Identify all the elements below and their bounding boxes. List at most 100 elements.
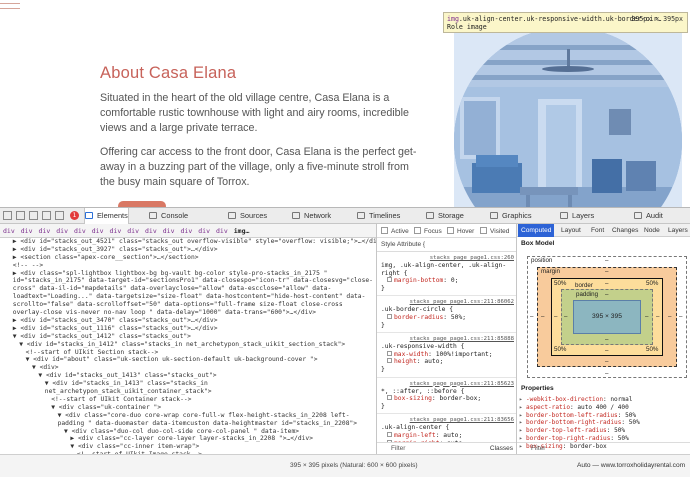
dom-node[interactable]: <!--start of UIkit Section stack--> (0, 349, 376, 357)
state-visited[interactable]: Visited (480, 227, 509, 235)
property-value: 0; (450, 277, 459, 285)
dom-node[interactable]: <!-- --> (0, 262, 376, 270)
css-property[interactable]: margin-bottom: 0; (381, 277, 513, 285)
breadcrumb-item[interactable]: div (53, 227, 71, 235)
breadcrumb-item[interactable]: div (71, 227, 89, 235)
dom-node[interactable]: ▼ <div class="uk-container "> (0, 404, 376, 412)
disclosure-arrow-icon[interactable]: ▸ (519, 412, 526, 420)
error-count-badge[interactable]: 1 (70, 211, 79, 220)
breadcrumb-item[interactable]: div (89, 227, 107, 235)
detach-icon[interactable] (42, 211, 51, 220)
sidebar-tab-changes[interactable]: Changes (609, 224, 641, 237)
dom-node[interactable]: ▼ <div id="stacks_in_1413" class="stacks… (0, 380, 376, 396)
tab-graphics[interactable]: Graphics (490, 208, 532, 223)
dom-node[interactable]: ▼ <div class="duo-col duo-col-side core-… (0, 428, 376, 436)
property-checkbox[interactable] (387, 277, 392, 283)
dom-node[interactable]: ▼ <div class="cc-inner item-wrap"> (0, 443, 376, 451)
dom-node[interactable]: ▼ <div class="core-duo core-wrap core-fu… (0, 412, 376, 428)
property-checkbox[interactable] (387, 350, 392, 356)
dock-bottom-icon[interactable] (16, 211, 25, 220)
state-hover[interactable]: Hover (447, 227, 474, 235)
dom-node[interactable]: ▼ <div id="stacks_out_1412" class="stack… (0, 333, 376, 341)
computed-property[interactable]: ▸ aspect-ratio: auto 400 / 400 (519, 404, 690, 412)
tab-network[interactable]: Network (292, 208, 331, 223)
styles-filter-input[interactable]: Filter (391, 445, 405, 452)
computed-property[interactable]: ▸ border-bottom-left-radius: 50% (519, 412, 690, 420)
dom-node[interactable]: ▶ <div id="stacks_out_1116" class="stack… (0, 325, 376, 333)
state-checkbox[interactable] (381, 227, 388, 234)
css-property[interactable]: box-sizing: border-box; (381, 395, 513, 403)
breadcrumb-item[interactable]: div (160, 227, 178, 235)
rule-source-link[interactable]: stacks_page_page1.css:211:85888 (410, 336, 514, 344)
sidebar-tab-layout[interactable]: Layout (558, 224, 584, 237)
styles-filter[interactable]: Filter Classes (377, 442, 516, 454)
room-photo[interactable] (454, 27, 682, 207)
tab-storage[interactable]: Storage (426, 208, 464, 223)
element-picker-icon[interactable] (55, 211, 64, 220)
css-property[interactable]: margin-left: auto; (381, 431, 513, 440)
breadcrumb-item[interactable]: div (178, 227, 196, 235)
tab-console[interactable]: Console (149, 208, 188, 223)
dom-node[interactable]: ▼ <div id="stacks_in_1412" class="stacks… (0, 341, 376, 349)
state-checkbox[interactable] (447, 227, 454, 234)
breadcrumb-item[interactable]: div (107, 227, 125, 235)
computed-property[interactable]: ▸ -webkit-box-direction: normal (519, 396, 690, 404)
tab-elements[interactable]: Elements (84, 208, 129, 224)
sidebar-tab-node[interactable]: Node (641, 224, 663, 237)
dom-node[interactable]: ▼ <div id="stacks_out_1413" class="stack… (0, 372, 376, 380)
breadcrumb-item[interactable]: div (36, 227, 54, 235)
dom-node[interactable]: <!--start of UIkit Container stack--> (0, 396, 376, 404)
disclosure-arrow-icon[interactable]: ▸ (519, 419, 526, 427)
state-checkbox[interactable] (414, 227, 421, 234)
dom-node[interactable]: ▶ <div id="stacks_out_3927" class="stack… (0, 246, 376, 254)
dom-node[interactable]: ▶ <div class="spl-lightbox lightbox-bg b… (0, 270, 376, 317)
breadcrumb-item[interactable]: div (18, 227, 36, 235)
rule-source-link[interactable]: stacks_page_page1.css:211:86062 (410, 299, 514, 307)
sidebar-tab-computed[interactable]: Computed (518, 224, 555, 237)
breadcrumb-item[interactable]: div (124, 227, 142, 235)
breadcrumb-item[interactable]: div (213, 227, 231, 235)
property-checkbox[interactable] (387, 313, 392, 319)
disclosure-arrow-icon[interactable]: ▸ (519, 396, 526, 404)
style-attribute[interactable]: Style Attribute { (377, 238, 516, 252)
disclosure-arrow-icon[interactable]: ▸ (519, 427, 526, 435)
classes-toggle[interactable]: Classes (490, 443, 513, 454)
computed-property[interactable]: ▸ border-bottom-right-radius: 50% (519, 419, 690, 427)
css-property[interactable]: height: auto; (381, 358, 513, 366)
rule-source-link[interactable]: stacks_page_page1.css:211:83656 (410, 417, 514, 425)
rule-source-link[interactable]: stacks_page_page1.css:211:85623 (410, 381, 514, 389)
execution-context[interactable]: Auto — www.torroxholidayrental.com (577, 462, 685, 469)
state-active[interactable]: Active (381, 227, 409, 235)
breadcrumb-item[interactable]: div (142, 227, 160, 235)
dom-node[interactable]: ▶ <div id="stacks_out_4521" class="stack… (0, 238, 376, 246)
css-property[interactable]: border-radius: 50%; (381, 313, 513, 322)
dock-side-icon[interactable] (29, 211, 38, 220)
dom-node[interactable]: ▶ <section class="apex-core__section">…<… (0, 254, 376, 262)
dom-node[interactable]: ▼ <div> (0, 364, 376, 372)
tab-audit[interactable]: Audit (634, 208, 663, 223)
sidebar-tab-font[interactable]: Font (588, 224, 607, 237)
computed-property[interactable]: ▸ border-top-left-radius: 50% (519, 427, 690, 435)
property-checkbox[interactable] (387, 358, 392, 364)
breadcrumb-item[interactable]: div (195, 227, 213, 235)
breadcrumb-item[interactable]: div (0, 227, 18, 235)
disclosure-arrow-icon[interactable]: ▸ (519, 404, 526, 412)
dom-node[interactable]: ▶ <div id="stacks_out_3470" class="stack… (0, 317, 376, 325)
dom-tree[interactable]: ▶ <div id="stacks_out_4521" class="stack… (0, 238, 376, 454)
rule-source-link[interactable]: stacks_page_page1.css:260 (430, 255, 514, 263)
computed-filter-input[interactable]: Filter (517, 442, 690, 454)
close-inspector-icon[interactable] (3, 211, 12, 220)
tab-timelines[interactable]: Timelines (357, 208, 400, 223)
tab-sources[interactable]: Sources (228, 208, 267, 223)
timelines-icon (357, 212, 365, 219)
sidebar-tab-layers[interactable]: Layers (665, 224, 690, 237)
css-property[interactable]: max-width: 100%!important; (381, 350, 513, 359)
tab-layers[interactable]: Layers (560, 208, 594, 223)
dom-node[interactable]: ▶ <div class="cc-layer core-layer layer-… (0, 435, 376, 443)
state-focus[interactable]: Focus (414, 227, 442, 235)
dom-node[interactable]: ▼ <div id="about" class="uk-section uk-s… (0, 356, 376, 364)
breadcrumb-item[interactable]: img… (231, 227, 253, 235)
property-checkbox[interactable] (387, 431, 392, 437)
property-checkbox[interactable] (387, 395, 392, 401)
state-checkbox[interactable] (480, 227, 487, 234)
